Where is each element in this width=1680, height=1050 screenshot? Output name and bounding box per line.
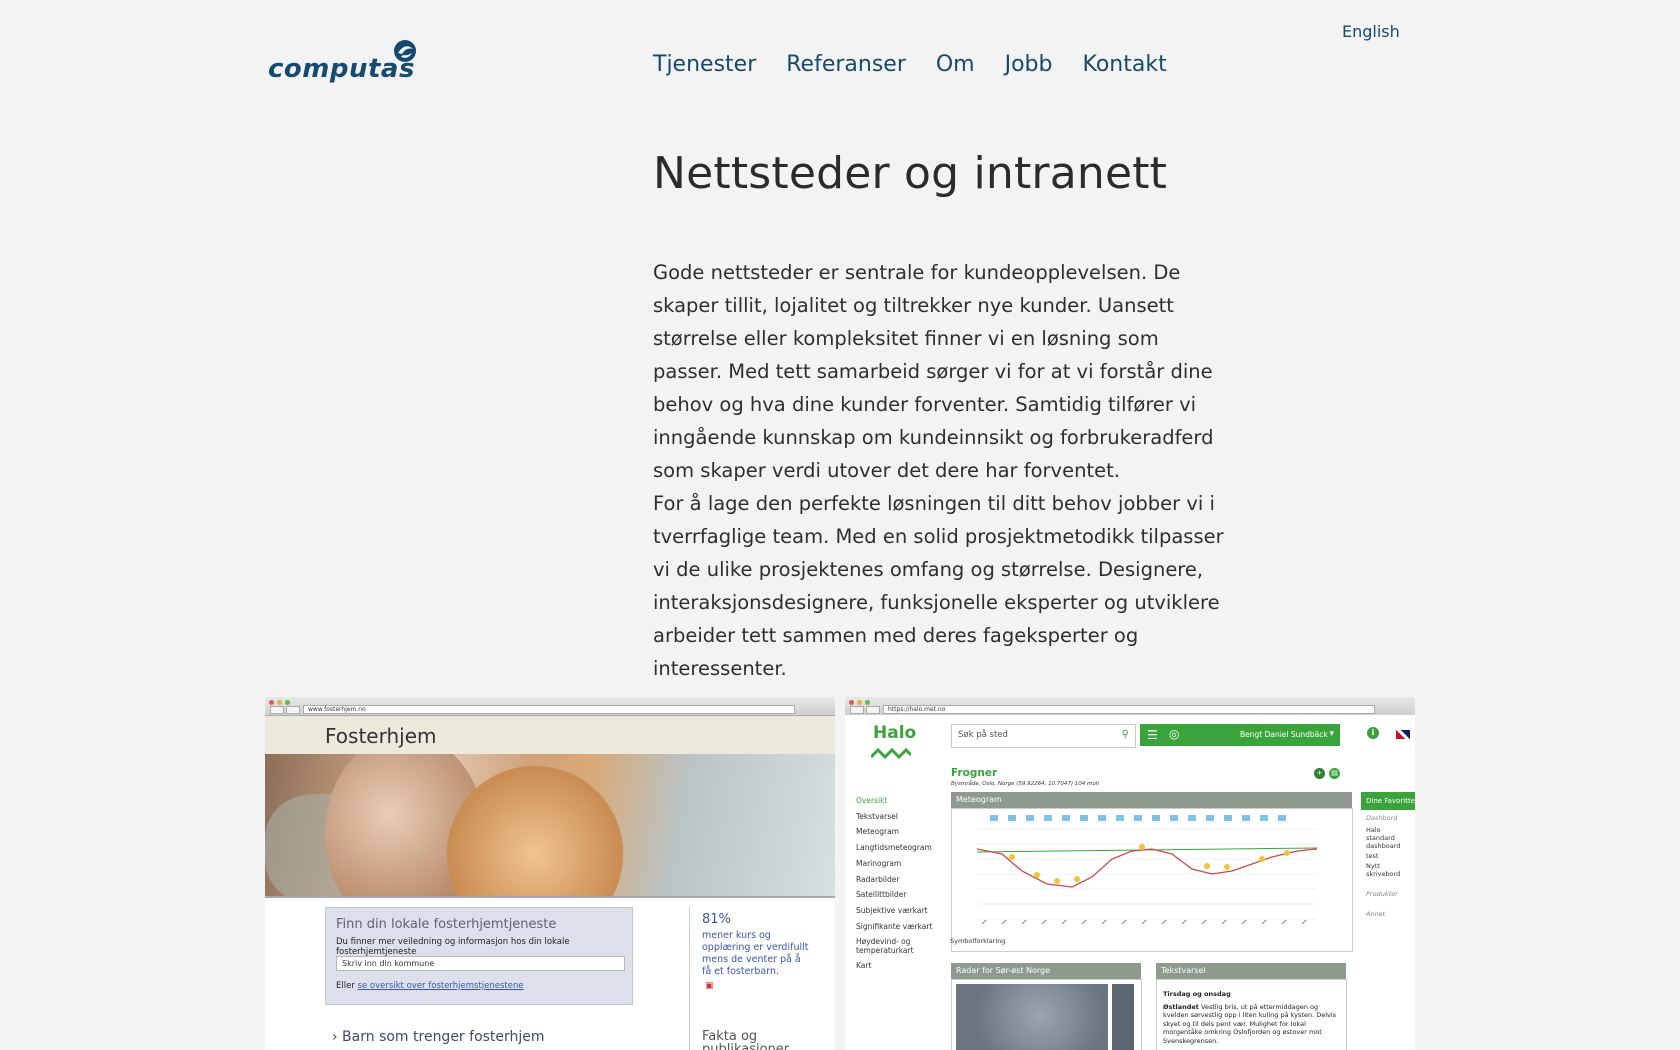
overview-link: se oversikt over fosterhjemstjenestene [357,981,524,991]
halo-user-bar: ☰ ◎ Bengt Daniel Sundbäck ▾ [1140,724,1340,746]
url-bar: https://halo.met.no [883,705,1375,714]
browser-chrome: www.fosterhjem.no [265,697,835,716]
find-service-subtitle: Du finner mer veiledning og informasjon … [336,937,570,957]
globe-icon: ◎ [1169,727,1180,741]
fav-produkter: Produkter [1366,890,1398,898]
fosterhjem-site-title: Fosterhjem [325,724,437,748]
print-icon: ▤ [1329,768,1340,779]
intro-paragraph-1: Gode nettsteder er sentrale for kundeopp… [653,261,1214,482]
sidenav-tekstvarsel: Tekstvarsel [856,811,898,821]
sidenav-radarbilder: Radarbilder [856,874,900,884]
fosterhjem-header: Fosterhjem [265,716,835,754]
logo-swirl-icon [394,40,416,62]
menu-icon: ☰ [1147,728,1158,742]
main-nav: Tjenester Referanser Om Jobb Kontakt [653,52,1197,77]
favorites-panel: Dashbord Halo standard dashboard test Ny… [1361,810,1415,930]
find-service-title: Finn din lokale fosterhjemtjeneste [336,917,557,932]
forecast-region: Østlandet [1163,1002,1199,1011]
halo-wave-icon [871,747,911,760]
favorites-head: Dine Favoritter [1361,792,1415,810]
info-icon: i [1367,727,1379,739]
stat-text: mener kurs og opplæring er verdifullt me… [702,930,809,977]
forecast-day: Tirsdag og onsdag [1163,990,1231,998]
radar-legend [1112,984,1134,1050]
browser-chrome: https://halo.met.no [845,697,1415,716]
radar-head: Radar for Sør-øst Norge [951,963,1141,979]
radar-panel [951,979,1142,1050]
uk-flag-icon [1396,730,1410,739]
nav-tjenester[interactable]: Tjenester [653,52,756,77]
url-bar: www.fosterhjem.no [303,705,795,714]
sidenav-hoydevind: Høydevind- og temperaturkart [856,937,914,956]
halo-page: Halo Søk på sted ⚲ ☰ ◎ Bengt Daniel Sund… [845,715,1415,1050]
municipality-input: Skriv inn din kommune [336,956,625,971]
fav-test: test [1366,852,1379,860]
meteogram-head: Meteogram [951,792,1352,808]
sidenav-kart: Kart [856,961,872,971]
nav-om[interactable]: Om [936,52,975,77]
nav-jobb[interactable]: Jobb [1005,52,1053,77]
divider [689,907,690,1050]
sidenav-meteogram: Meteogram [856,827,899,837]
halo-place: Frogner [951,767,998,779]
children-link: › Barn som trenger fosterhjem [332,1029,545,1045]
find-service-box: Finn din lokale fosterhjemtjeneste Du fi… [325,907,633,1005]
search-icon: ⚲ [1121,729,1129,740]
nav-referanser[interactable]: Referanser [786,52,906,77]
intro-text: Gode nettsteder er sentrale for kundeopp… [653,256,1233,685]
meteogram-panel [951,808,1353,952]
page-title: Nettsteder og intranett [653,148,1168,199]
sidenav-oversikt: Oversikt [856,796,888,805]
sidenav-satellittbilder: Satellittbilder [856,890,907,900]
text-forecast-panel: Tirsdag og onsdag Østlandet Vestlig bris… [1156,979,1347,1050]
halo-coords: Bysmråde, Oslo, Norge (59.92264, 10.7047… [951,781,1100,787]
fav-halo-standard: Halo standard dashboard [1366,826,1401,850]
fosterhjem-screenshot: www.fosterhjem.no Fosterhjem Finn din lo… [265,697,835,1050]
forecast-text: Østlandet Vestlig bris, ut på ettermidda… [1163,1003,1340,1046]
fav-annet: Annet [1366,910,1386,918]
hero-photo [265,754,835,898]
text-forecast-head: Tekstvarsel [1156,963,1346,979]
chevron-down-icon: ▾ [1329,729,1334,739]
add-icon: + [1314,768,1325,779]
halo-logo: Halo [873,723,917,743]
language-link-english[interactable]: English [1342,22,1400,41]
overview-link-line: Eller se oversikt over fosterhjemstjenes… [336,981,524,991]
sidenav-subjektive: Subjektive værkart [856,905,928,915]
facts-heading: Fakta og publikasjoner [702,1029,790,1050]
symbol-legend-link: Symbolforklaring [950,937,1006,945]
halo-screenshot: https://halo.met.no Halo Søk på sted ⚲ ☰… [845,697,1415,1050]
computas-logo[interactable]: computas [268,38,420,86]
intro-paragraph-2: For å lage den perfekte løsningen til di… [653,492,1224,680]
sidenav-langtidsmeteogram: Langtidsmeteogram [856,843,932,853]
halo-search-placeholder: Søk på sted [958,730,1008,740]
sidenav-signifikante: Signifikante værkart [856,921,933,931]
halo-place-icons: + ▤ [1314,768,1340,779]
stat-value: 81% [702,912,731,927]
fav-dashbord: Dashbord [1366,814,1398,822]
fav-nytt-skrivebord: Nytt skrivebord [1366,862,1401,878]
sidenav-marinogram: Marinogram [856,858,902,868]
pdf-icon: ▣ [705,981,714,991]
halo-search: Søk på sted ⚲ [951,724,1136,748]
radar-map [956,984,1108,1050]
halo-sidenav: Oversikt Tekstvarsel Meteogram Langtidsm… [856,793,936,974]
meteogram-chart [976,815,1318,925]
halo-user-name: Bengt Daniel Sundbäck [1240,730,1328,739]
nav-kontakt[interactable]: Kontakt [1083,52,1167,77]
